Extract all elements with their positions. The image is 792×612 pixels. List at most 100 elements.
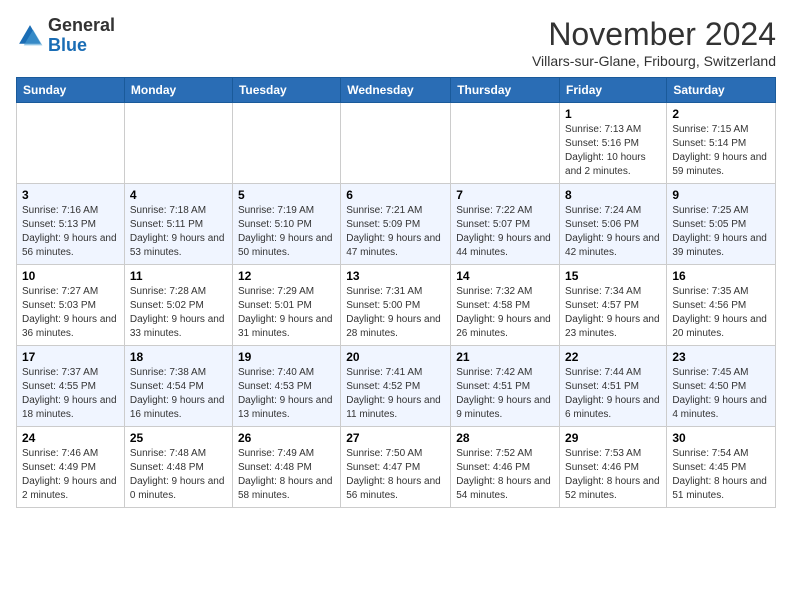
calendar-header-row: SundayMondayTuesdayWednesdayThursdayFrid… bbox=[17, 78, 776, 103]
calendar-cell: 24 Sunrise: 7:46 AM Sunset: 4:49 PM Dayli… bbox=[17, 427, 125, 508]
logo-icon bbox=[16, 22, 44, 50]
column-header-monday: Monday bbox=[124, 78, 232, 103]
day-number: 19 bbox=[238, 350, 335, 364]
calendar-week-row: 1Sunrise: 7:13 AM Sunset: 5:16 PM Daylig… bbox=[17, 103, 776, 184]
calendar-cell: 13 Sunrise: 7:31 AM Sunset: 5:00 PM Dayli… bbox=[341, 265, 451, 346]
day-info: Sunrise: 7:32 AM Sunset: 4:58 PM Dayligh… bbox=[456, 285, 554, 341]
logo-general-text: General bbox=[48, 15, 115, 35]
calendar-cell: 5 Sunrise: 7:19 AM Sunset: 5:10 PM Daylig… bbox=[232, 184, 340, 265]
day-info: Sunrise: 7:42 AM Sunset: 4:51 PM Dayligh… bbox=[456, 366, 554, 422]
day-info: Sunrise: 7:46 AM Sunset: 4:49 PM Dayligh… bbox=[22, 447, 119, 503]
title-area: November 2024 Villars-sur-Glane, Fribour… bbox=[532, 16, 776, 69]
logo-text: General Blue bbox=[48, 16, 115, 56]
day-info: Sunrise: 7:29 AM Sunset: 5:01 PM Dayligh… bbox=[238, 285, 335, 341]
calendar-cell: 11 Sunrise: 7:28 AM Sunset: 5:02 PM Dayli… bbox=[124, 265, 232, 346]
day-number: 13 bbox=[346, 269, 445, 283]
calendar-cell: 29 Sunrise: 7:53 AM Sunset: 4:46 PM Dayli… bbox=[560, 427, 667, 508]
calendar-cell: 20 Sunrise: 7:41 AM Sunset: 4:52 PM Dayli… bbox=[341, 346, 451, 427]
day-info: Sunrise: 7:50 AM Sunset: 4:47 PM Dayligh… bbox=[346, 447, 445, 503]
calendar-cell: 16 Sunrise: 7:35 AM Sunset: 4:56 PM Dayli… bbox=[667, 265, 776, 346]
calendar-cell bbox=[341, 103, 451, 184]
day-info: Sunrise: 7:37 AM Sunset: 4:55 PM Dayligh… bbox=[22, 366, 119, 422]
day-info: Sunrise: 7:19 AM Sunset: 5:10 PM Dayligh… bbox=[238, 204, 335, 260]
day-info: Sunrise: 7:53 AM Sunset: 4:46 PM Dayligh… bbox=[565, 447, 661, 503]
day-info: Sunrise: 7:28 AM Sunset: 5:02 PM Dayligh… bbox=[130, 285, 227, 341]
day-info: Sunrise: 7:44 AM Sunset: 4:51 PM Dayligh… bbox=[565, 366, 661, 422]
day-info: Sunrise: 7:54 AM Sunset: 4:45 PM Dayligh… bbox=[672, 447, 770, 503]
day-info: Sunrise: 7:27 AM Sunset: 5:03 PM Dayligh… bbox=[22, 285, 119, 341]
day-number: 21 bbox=[456, 350, 554, 364]
calendar-cell: 17 Sunrise: 7:37 AM Sunset: 4:55 PM Dayli… bbox=[17, 346, 125, 427]
calendar-cell: 30Sunrise: 7:54 AM Sunset: 4:45 PM Dayli… bbox=[667, 427, 776, 508]
day-info: Sunrise: 7:35 AM Sunset: 4:56 PM Dayligh… bbox=[672, 285, 770, 341]
column-header-thursday: Thursday bbox=[451, 78, 560, 103]
calendar-cell: 14 Sunrise: 7:32 AM Sunset: 4:58 PM Dayli… bbox=[451, 265, 560, 346]
calendar-cell: 15Sunrise: 7:34 AM Sunset: 4:57 PM Dayli… bbox=[560, 265, 667, 346]
calendar-cell: 22 Sunrise: 7:44 AM Sunset: 4:51 PM Dayli… bbox=[560, 346, 667, 427]
calendar-cell: 28 Sunrise: 7:52 AM Sunset: 4:46 PM Dayli… bbox=[451, 427, 560, 508]
day-info: Sunrise: 7:24 AM Sunset: 5:06 PM Dayligh… bbox=[565, 204, 661, 260]
column-header-saturday: Saturday bbox=[667, 78, 776, 103]
day-info: Sunrise: 7:21 AM Sunset: 5:09 PM Dayligh… bbox=[346, 204, 445, 260]
day-info: Sunrise: 7:40 AM Sunset: 4:53 PM Dayligh… bbox=[238, 366, 335, 422]
calendar-cell: 23Sunrise: 7:45 AM Sunset: 4:50 PM Dayli… bbox=[667, 346, 776, 427]
day-info: Sunrise: 7:31 AM Sunset: 5:00 PM Dayligh… bbox=[346, 285, 445, 341]
day-info: Sunrise: 7:13 AM Sunset: 5:16 PM Dayligh… bbox=[565, 123, 661, 179]
calendar-cell: 19 Sunrise: 7:40 AM Sunset: 4:53 PM Dayli… bbox=[232, 346, 340, 427]
calendar-cell: 12 Sunrise: 7:29 AM Sunset: 5:01 PM Dayli… bbox=[232, 265, 340, 346]
day-number: 2 bbox=[672, 107, 770, 121]
day-number: 15 bbox=[565, 269, 661, 283]
day-number: 4 bbox=[130, 188, 227, 202]
day-number: 24 bbox=[22, 431, 119, 445]
calendar-cell: 25 Sunrise: 7:48 AM Sunset: 4:48 PM Dayli… bbox=[124, 427, 232, 508]
day-number: 26 bbox=[238, 431, 335, 445]
day-number: 7 bbox=[456, 188, 554, 202]
day-number: 11 bbox=[130, 269, 227, 283]
day-number: 16 bbox=[672, 269, 770, 283]
day-info: Sunrise: 7:16 AM Sunset: 5:13 PM Dayligh… bbox=[22, 204, 119, 260]
calendar-cell: 1Sunrise: 7:13 AM Sunset: 5:16 PM Daylig… bbox=[560, 103, 667, 184]
calendar-cell: 27 Sunrise: 7:50 AM Sunset: 4:47 PM Dayli… bbox=[341, 427, 451, 508]
day-info: Sunrise: 7:22 AM Sunset: 5:07 PM Dayligh… bbox=[456, 204, 554, 260]
day-info: Sunrise: 7:25 AM Sunset: 5:05 PM Dayligh… bbox=[672, 204, 770, 260]
calendar-week-row: 3 Sunrise: 7:16 AM Sunset: 5:13 PM Daylig… bbox=[17, 184, 776, 265]
calendar-cell: 18 Sunrise: 7:38 AM Sunset: 4:54 PM Dayli… bbox=[124, 346, 232, 427]
calendar-cell: 3 Sunrise: 7:16 AM Sunset: 5:13 PM Daylig… bbox=[17, 184, 125, 265]
column-header-sunday: Sunday bbox=[17, 78, 125, 103]
day-number: 25 bbox=[130, 431, 227, 445]
day-number: 27 bbox=[346, 431, 445, 445]
calendar-cell: 4Sunrise: 7:18 AM Sunset: 5:11 PM Daylig… bbox=[124, 184, 232, 265]
location: Villars-sur-Glane, Fribourg, Switzerland bbox=[532, 53, 776, 69]
calendar-cell bbox=[451, 103, 560, 184]
calendar-cell bbox=[232, 103, 340, 184]
day-info: Sunrise: 7:48 AM Sunset: 4:48 PM Dayligh… bbox=[130, 447, 227, 503]
column-header-friday: Friday bbox=[560, 78, 667, 103]
calendar-cell: 21 Sunrise: 7:42 AM Sunset: 4:51 PM Dayli… bbox=[451, 346, 560, 427]
day-number: 5 bbox=[238, 188, 335, 202]
calendar-cell: 8Sunrise: 7:24 AM Sunset: 5:06 PM Daylig… bbox=[560, 184, 667, 265]
calendar-cell: 7 Sunrise: 7:22 AM Sunset: 5:07 PM Daylig… bbox=[451, 184, 560, 265]
calendar-cell: 2 Sunrise: 7:15 AM Sunset: 5:14 PM Daylig… bbox=[667, 103, 776, 184]
calendar-cell: 10 Sunrise: 7:27 AM Sunset: 5:03 PM Dayli… bbox=[17, 265, 125, 346]
day-number: 28 bbox=[456, 431, 554, 445]
day-number: 14 bbox=[456, 269, 554, 283]
day-info: Sunrise: 7:41 AM Sunset: 4:52 PM Dayligh… bbox=[346, 366, 445, 422]
calendar-cell bbox=[124, 103, 232, 184]
day-number: 20 bbox=[346, 350, 445, 364]
day-number: 22 bbox=[565, 350, 661, 364]
day-number: 10 bbox=[22, 269, 119, 283]
day-number: 18 bbox=[130, 350, 227, 364]
day-number: 3 bbox=[22, 188, 119, 202]
calendar-week-row: 24 Sunrise: 7:46 AM Sunset: 4:49 PM Dayli… bbox=[17, 427, 776, 508]
day-number: 29 bbox=[565, 431, 661, 445]
day-number: 17 bbox=[22, 350, 119, 364]
column-header-tuesday: Tuesday bbox=[232, 78, 340, 103]
day-info: Sunrise: 7:38 AM Sunset: 4:54 PM Dayligh… bbox=[130, 366, 227, 422]
header: General Blue November 2024 Villars-sur-G… bbox=[16, 16, 776, 69]
day-number: 12 bbox=[238, 269, 335, 283]
day-number: 9 bbox=[672, 188, 770, 202]
day-info: Sunrise: 7:45 AM Sunset: 4:50 PM Dayligh… bbox=[672, 366, 770, 422]
month-title: November 2024 bbox=[532, 16, 776, 53]
day-info: Sunrise: 7:15 AM Sunset: 5:14 PM Dayligh… bbox=[672, 123, 770, 179]
day-info: Sunrise: 7:52 AM Sunset: 4:46 PM Dayligh… bbox=[456, 447, 554, 503]
